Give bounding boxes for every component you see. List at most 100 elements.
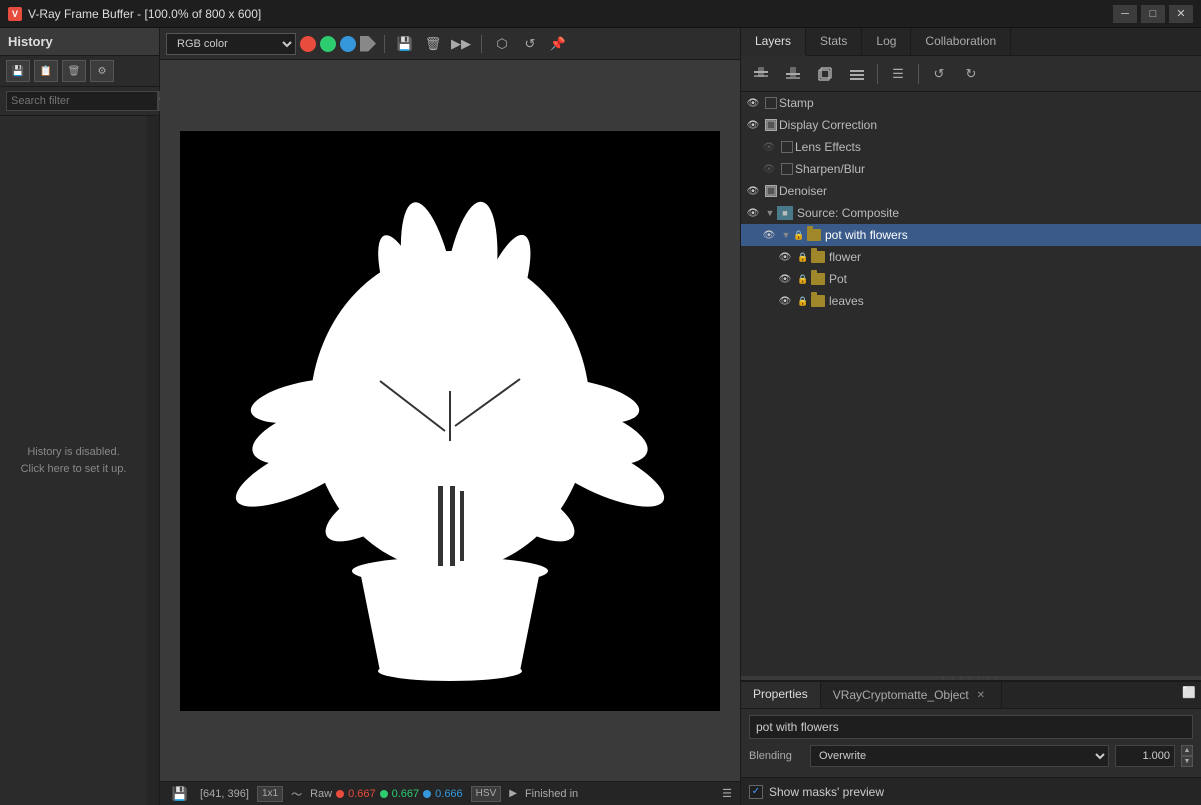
tab-collaboration[interactable]: Collaboration (911, 28, 1011, 55)
history-compare-button[interactable]: ↺ (518, 32, 542, 56)
more-button[interactable]: ▶▶ (449, 32, 473, 56)
tab-stats[interactable]: Stats (806, 28, 862, 55)
blend-amount-input[interactable] (1115, 745, 1175, 767)
redo-button[interactable]: ↻ (957, 60, 985, 88)
layer-eye-pot[interactable]: 👁 (761, 227, 777, 243)
layer-item-display-correction[interactable]: 👁 Display Correction (741, 114, 1201, 136)
layer-eye-leaves[interactable]: 👁 (777, 293, 793, 309)
fb-statusbar: 💾 [641, 396] 1x1 〜 Raw 0.667 0.667 0.666… (160, 781, 740, 805)
layer-name-sharpen: Sharpen/Blur (795, 162, 865, 176)
toolbar-separator-1 (384, 35, 385, 53)
layer-list-button[interactable]: ☰ (884, 60, 912, 88)
main-layout: History 💾 📋 🗑 ⚙ 🔍 ▾ History is disabled.… (0, 28, 1201, 805)
right-panel-tabs: Layers Stats Log Collaboration (741, 28, 1201, 56)
layer-name-denoiser: Denoiser (779, 184, 827, 198)
undo-button[interactable]: ↺ (925, 60, 953, 88)
blending-select[interactable]: Overwrite (810, 745, 1109, 767)
layer-item-lens-effects[interactable]: 👁 Lens Effects (741, 136, 1201, 158)
close-cryptomatte-tab[interactable]: ✕ (973, 687, 989, 703)
properties-tabs: Properties VRayCryptomatte_Object ✕ ⬜ (741, 682, 1201, 709)
tab-layers[interactable]: Layers (741, 28, 806, 56)
remove-layer-button[interactable] (779, 60, 807, 88)
raw-red-indicator (336, 790, 344, 798)
pin-button[interactable]: 📌 (546, 32, 570, 56)
green-channel-button[interactable] (320, 36, 336, 52)
layer-item-pot[interactable]: 👁 🔒 Pot (741, 268, 1201, 290)
minimize-button[interactable]: ─ (1113, 5, 1137, 23)
show-masks-checkbox[interactable] (749, 785, 763, 799)
layer-item-leaves[interactable]: 👁 🔒 leaves (741, 290, 1201, 312)
history-settings-button[interactable]: ⚙ (90, 60, 114, 82)
layer-item-source-composite[interactable]: 👁 ▼ ■ Source: Composite (741, 202, 1201, 224)
layer-eye-lens[interactable]: 👁 (761, 139, 777, 155)
search-input[interactable] (6, 91, 158, 111)
add-layer-button[interactable] (747, 60, 775, 88)
save-button[interactable]: 💾 (393, 32, 417, 56)
merge-layers-button[interactable] (843, 60, 871, 88)
blue-channel-button[interactable] (340, 36, 356, 52)
fb-status-save-button[interactable]: 💾 (168, 782, 192, 805)
clear-button[interactable]: 🗑 (421, 32, 445, 56)
layer-check-stamp[interactable] (765, 97, 777, 109)
layer-eye-stamp[interactable]: 👁 (745, 95, 761, 111)
layers-list: 👁 Stamp 👁 Display Correction 👁 Len (741, 92, 1201, 676)
maximize-button[interactable]: □ (1141, 5, 1165, 23)
history-disabled-message[interactable]: History is disabled. Click here to set i… (0, 116, 147, 805)
properties-content: Blending Overwrite ▲ ▼ (741, 709, 1201, 777)
close-button[interactable]: ✕ (1169, 5, 1193, 23)
raw-label: Raw (310, 788, 332, 800)
status-options-button[interactable]: ☰ (722, 787, 732, 800)
blending-row: Blending Overwrite ▲ ▼ (749, 745, 1193, 767)
finished-label: Finished in (525, 788, 578, 800)
layer-lock-pot-item: 🔒 (797, 273, 809, 285)
render-region-button[interactable]: ⬡ (490, 32, 514, 56)
blend-up-button[interactable]: ▲ (1181, 745, 1193, 756)
history-save-button[interactable]: 💾 (6, 60, 30, 82)
tab-properties[interactable]: Properties (741, 682, 821, 708)
history-scrollbar[interactable] (147, 116, 159, 805)
pot-item-folder-icon (811, 273, 825, 285)
frame-buffer: RGB color 💾 🗑 ▶▶ ⬡ ↺ 📌 (160, 28, 741, 805)
properties-expand-button[interactable]: ⬜ (1181, 682, 1201, 702)
render-canvas (180, 131, 720, 711)
layer-item-denoiser[interactable]: 👁 Denoiser (741, 180, 1201, 202)
history-delete-button[interactable]: 🗑 (62, 60, 86, 82)
layer-check-display[interactable] (765, 119, 777, 131)
duplicate-layer-button[interactable] (811, 60, 839, 88)
layer-check-denoiser[interactable] (765, 185, 777, 197)
hsv-mode[interactable]: HSV (471, 786, 502, 802)
history-toolbar: 💾 📋 🗑 ⚙ (0, 56, 159, 87)
raw-green-indicator (380, 790, 388, 798)
flower-folder-icon (811, 251, 825, 263)
layer-name-input[interactable] (749, 715, 1193, 739)
layer-eye-sharpen[interactable]: 👁 (761, 161, 777, 177)
layer-eye-display[interactable]: 👁 (745, 117, 761, 133)
layer-item-pot-with-flowers[interactable]: 👁 ▼ 🔒 pot with flowers (741, 224, 1201, 246)
layer-eye-denoiser[interactable]: 👁 (745, 183, 761, 199)
layer-check-lens[interactable] (781, 141, 793, 153)
layer-eye-pot-item[interactable]: 👁 (777, 271, 793, 287)
source-expand-arrow[interactable]: ▼ (765, 208, 775, 218)
cursor-coordinates: [641, 396] (200, 788, 249, 800)
pot-expand-arrow[interactable]: ▼ (781, 230, 791, 240)
blending-label: Blending (749, 750, 804, 762)
history-panel: History 💾 📋 🗑 ⚙ 🔍 ▾ History is disabled.… (0, 28, 160, 805)
blend-down-button[interactable]: ▼ (1181, 756, 1193, 767)
alpha-button[interactable] (360, 36, 376, 52)
layer-eye-flower[interactable]: 👁 (777, 249, 793, 265)
source-type-icon: ■ (777, 206, 793, 220)
layer-item-sharpen[interactable]: 👁 Sharpen/Blur (741, 158, 1201, 180)
properties-panel: Properties VRayCryptomatte_Object ✕ ⬜ Bl… (741, 680, 1201, 777)
tab-log[interactable]: Log (862, 28, 911, 55)
red-channel-button[interactable] (300, 36, 316, 52)
layer-name-leaves: leaves (829, 294, 864, 308)
layer-item-flower[interactable]: 👁 🔒 flower (741, 246, 1201, 268)
history-clone-button[interactable]: 📋 (34, 60, 58, 82)
layer-eye-source[interactable]: 👁 (745, 205, 761, 221)
layers-toolbar: ☰ ↺ ↻ (741, 56, 1201, 92)
color-mode-select[interactable]: RGB color (166, 33, 296, 55)
layer-item-stamp[interactable]: 👁 Stamp (741, 92, 1201, 114)
tab-vray-cryptomatte[interactable]: VRayCryptomatte_Object ✕ (821, 682, 1002, 708)
layer-check-sharpen[interactable] (781, 163, 793, 175)
show-masks-checkbox-container[interactable]: Show masks' preview (749, 785, 884, 799)
